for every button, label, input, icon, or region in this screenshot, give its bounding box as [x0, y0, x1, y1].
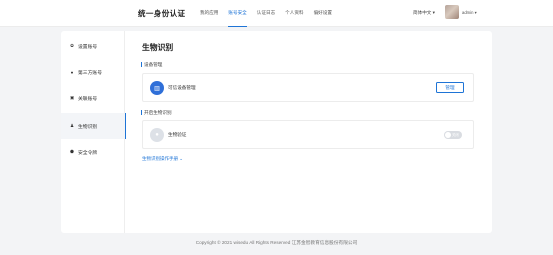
manage-button[interactable]: 管理: [436, 82, 464, 93]
link-icon: ●: [70, 69, 74, 75]
biometric-toggle[interactable]: 关闭: [444, 131, 462, 139]
username: admin: [462, 10, 474, 15]
sidebar-item-third-party[interactable]: ● 第三方账号: [61, 59, 125, 85]
sidebar-item-label: 生物识别: [78, 124, 98, 130]
sidebar-item-account-settings[interactable]: ✿ 设置账号: [61, 33, 125, 59]
sidebar-item-label: 设置账号: [78, 44, 98, 50]
trusted-device-row: ▥ 可信设备管理 管理: [142, 73, 474, 102]
shield-icon: ⬟: [70, 149, 74, 154]
chevron-down-icon: ▾: [474, 10, 477, 15]
language-selector[interactable]: 简体中文 ▾: [413, 0, 435, 25]
sidebar: ✿ 设置账号 ● 第三方账号 ▣ 关联账号 ♟ 生物识别 ⬟ 安全令牌: [61, 31, 126, 233]
nav-my-apps[interactable]: 我的应用: [200, 0, 218, 27]
section-label-enable-biometric: 开启生物识别: [141, 110, 172, 115]
footer-copyright: Copyright © 2021 wisedu All Rights Reser…: [195, 240, 358, 245]
trusted-device-label: 可信设备管理: [168, 85, 196, 90]
main-nav: 我的应用 账号安全 认证日志 个人资料 偏好设置: [200, 0, 342, 27]
user-menu[interactable]: admin ▾: [462, 0, 477, 25]
toggle-knob: [445, 132, 451, 138]
sidebar-item-label: 关联账号: [78, 96, 98, 102]
chevron-down-icon: ▾: [432, 10, 435, 15]
nav-account-security[interactable]: 账号安全: [228, 0, 248, 27]
biometric-verification-label: 生物验证: [168, 132, 187, 137]
biometric-manual-link[interactable]: 生物识别操作手册 ⌄: [142, 156, 183, 162]
chevron-down-icon: ⌄: [179, 156, 184, 161]
gear-icon: ✿: [70, 43, 74, 48]
sidebar-item-security-token[interactable]: ⬟ 安全令牌: [61, 139, 125, 165]
sidebar-item-label: 第三方账号: [78, 70, 102, 76]
nav-auth-log[interactable]: 认证日志: [257, 0, 275, 27]
biometric-verification-row: ● 生物验证 关闭: [142, 120, 474, 149]
avatar[interactable]: [445, 5, 459, 19]
section-label-device-management: 设备管理: [141, 62, 162, 67]
manual-link-text: 生物识别操作手册: [142, 156, 178, 161]
sidebar-item-biometric[interactable]: ♟ 生物识别: [61, 113, 126, 139]
page-title: 生物识别: [142, 43, 174, 52]
user-face-icon: ●: [150, 128, 164, 142]
account-card-icon: ▣: [69, 95, 75, 100]
language-label: 简体中文: [413, 10, 432, 15]
content-card: ✿ 设置账号 ● 第三方账号 ▣ 关联账号 ♟ 生物识别 ⬟ 安全令牌 生物识别…: [61, 31, 492, 233]
sidebar-item-label: 安全令牌: [78, 150, 98, 156]
device-list-icon: ▥: [150, 81, 164, 95]
nav-preferences[interactable]: 偏好设置: [314, 0, 332, 27]
top-navigation-bar: 统一身份认证 我的应用 账号安全 认证日志 个人资料 偏好设置 简体中文 ▾ a…: [0, 0, 553, 27]
toggle-state-label: 关闭: [452, 133, 459, 137]
nav-profile[interactable]: 个人资料: [285, 0, 303, 27]
main-panel: 生物识别 设备管理 ▥ 可信设备管理 管理 开启生物识别 ● 生物验证 关闭 生…: [125, 31, 492, 233]
brand-title: 统一身份认证: [138, 9, 186, 18]
sidebar-item-linked-accounts[interactable]: ▣ 关联账号: [61, 85, 125, 111]
biometric-icon: ♟: [69, 123, 75, 128]
